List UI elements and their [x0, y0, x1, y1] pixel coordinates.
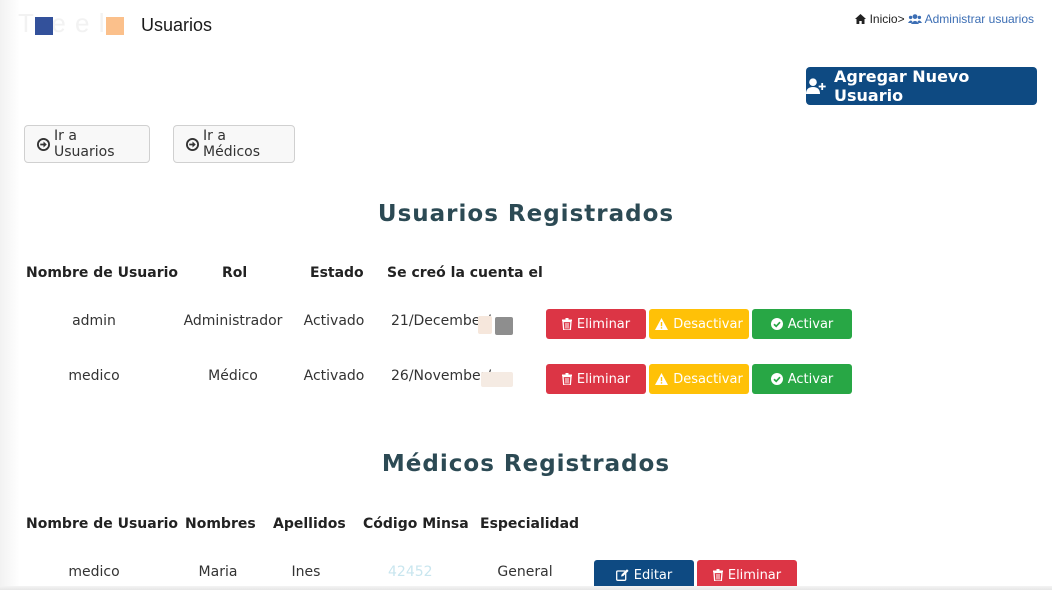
deactivate-label: Desactivar	[673, 316, 743, 332]
doctors-col-code: Código Minsa	[363, 516, 469, 532]
activate-user-button[interactable]: Activar	[752, 364, 852, 394]
trash-icon	[561, 373, 572, 385]
doctors-col-specialty: Especialidad	[480, 516, 580, 532]
doctor-code: 42452	[388, 564, 433, 580]
breadcrumb-home-link[interactable]: Inicio	[870, 12, 898, 26]
home-icon	[854, 14, 866, 24]
doctor-username: medico	[68, 564, 120, 580]
logo-square-peach	[106, 17, 124, 35]
redacted-year	[495, 317, 513, 335]
user-role: Administrador	[183, 313, 283, 329]
arrow-circle-right-icon	[186, 137, 199, 151]
users-icon	[907, 14, 922, 24]
go-doctors-button[interactable]: Ir a Médicos	[173, 125, 295, 163]
user-status: Activado	[303, 368, 365, 384]
viewport-bottom-edge	[0, 586, 1052, 590]
trash-icon	[712, 569, 723, 581]
users-col-role: Rol	[222, 265, 248, 281]
delete-label: Eliminar	[727, 567, 782, 583]
users-col-status: Estado	[310, 265, 364, 281]
page-title: Usuarios	[141, 15, 213, 35]
doctors-section-title: Médicos Registrados	[381, 451, 671, 477]
add-user-label: Agregar Nuevo Usuario	[834, 67, 970, 105]
activate-user-button[interactable]: Activar	[752, 309, 852, 339]
doctors-col-names: Nombres	[185, 516, 256, 532]
warning-icon	[655, 373, 669, 385]
users-col-username: Nombre de Usuario	[26, 265, 179, 281]
warning-icon	[655, 318, 669, 330]
user-username: medico	[68, 368, 120, 384]
delete-label: Eliminar	[576, 316, 631, 332]
user-username: admin	[72, 313, 116, 329]
deactivate-user-button[interactable]: Desactivar	[649, 309, 749, 339]
user-status: Activado	[303, 313, 365, 329]
doctor-surnames: Ines	[291, 564, 321, 580]
check-circle-icon	[770, 318, 783, 330]
go-users-label: Ir a Usuarios	[54, 128, 115, 160]
redacted-year	[481, 372, 513, 387]
breadcrumb-current[interactable]: Administrar usuarios	[925, 12, 1034, 26]
delete-label: Eliminar	[576, 371, 631, 387]
user-created-date: 26/November/	[391, 368, 492, 384]
deactivate-label: Desactivar	[673, 371, 743, 387]
doctor-names: Maria	[198, 564, 238, 580]
breadcrumb-separator: >	[897, 12, 905, 26]
redacted-year	[478, 316, 492, 334]
add-user-button[interactable]: Agregar Nuevo Usuario	[806, 67, 1037, 105]
users-col-created: Se creó la cuenta el	[387, 265, 543, 281]
doctors-col-surnames: Apellidos	[273, 516, 346, 532]
delete-user-button[interactable]: Eliminar	[546, 309, 646, 339]
go-doctors-label: Ir a Médicos	[203, 128, 261, 160]
logo-square-blue	[35, 17, 53, 35]
edit-icon	[615, 569, 629, 581]
page-left-shadow	[0, 0, 20, 590]
user-role: Médico	[208, 368, 258, 384]
user-plus-icon	[806, 78, 826, 94]
deactivate-user-button[interactable]: Desactivar	[649, 364, 749, 394]
watermark-text: T e e l	[18, 8, 106, 38]
delete-user-button[interactable]: Eliminar	[546, 364, 646, 394]
check-circle-icon	[770, 373, 783, 385]
user-created-date: 21/December/	[391, 313, 491, 329]
go-users-button[interactable]: Ir a Usuarios	[24, 125, 150, 163]
activate-label: Activar	[787, 371, 834, 387]
trash-icon	[561, 318, 572, 330]
edit-label: Editar	[633, 567, 673, 583]
arrow-circle-right-icon	[37, 137, 50, 151]
users-section-title: Usuarios Registrados	[377, 201, 675, 227]
doctor-specialty: General	[497, 564, 553, 580]
doctors-col-username: Nombre de Usuario	[26, 516, 179, 532]
breadcrumb: Inicio > Administrar usuarios	[854, 12, 1034, 26]
activate-label: Activar	[787, 316, 834, 332]
